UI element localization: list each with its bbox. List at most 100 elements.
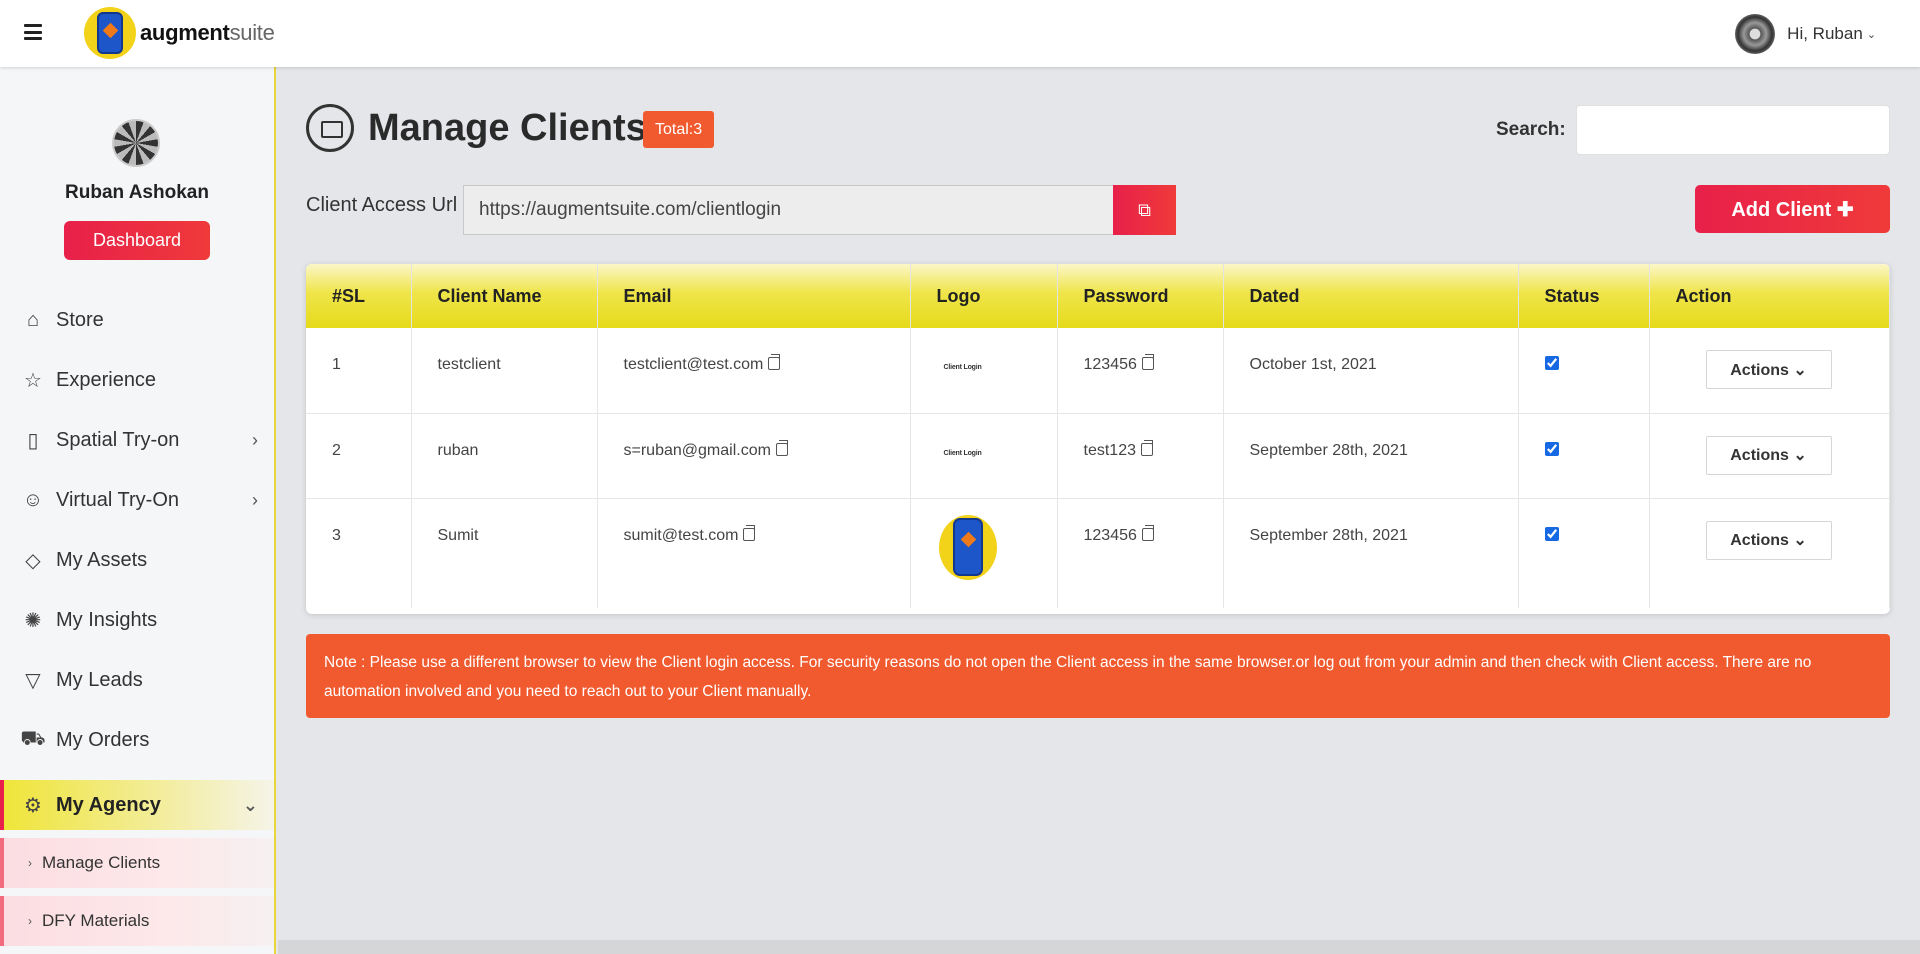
hamburger-menu-icon[interactable] (24, 24, 42, 40)
cell-client-name: Sumit (411, 498, 598, 608)
copy-icon: ⧉ (1138, 199, 1151, 220)
cell-email: s=ruban@gmail.com (597, 413, 911, 499)
cell-password: 123456 (1057, 328, 1224, 414)
profile-avatar[interactable] (112, 119, 160, 167)
sidebar-item-experience[interactable]: ☆ Experience (0, 350, 274, 410)
user-menu[interactable]: Hi, Ruban ⌄ (1735, 14, 1876, 54)
column-header-dated: Dated (1223, 264, 1519, 328)
cell-sl: 1 (306, 328, 412, 414)
column-header-sl: #SL (306, 264, 412, 328)
copy-icon[interactable] (1141, 524, 1154, 541)
cell-action: Actions ⌄ (1649, 498, 1890, 608)
cell-dated: September 28th, 2021 (1223, 413, 1519, 499)
chevron-down-icon: ⌄ (1793, 447, 1807, 464)
copy-icon[interactable] (1140, 439, 1153, 456)
status-checkbox[interactable] (1544, 526, 1559, 541)
copy-icon[interactable] (775, 439, 788, 456)
actions-dropdown-button[interactable]: Actions ⌄ (1705, 520, 1832, 560)
clients-table-card: #SL Client Name Email Logo Password Date… (306, 264, 1890, 614)
sidebar-item-spatial-try-on[interactable]: ▯ Spatial Try-on › (0, 410, 274, 470)
client-logo: Client Login (943, 364, 982, 371)
email-text: sumit@test.com (623, 526, 739, 544)
password-text: 123456 (1083, 526, 1137, 544)
user-greeting: Hi, Ruban (1787, 24, 1863, 43)
sidebar-item-store[interactable]: ⌂ Store (0, 290, 274, 350)
sidebar-item-my-agency[interactable]: ⚙ My Agency ⌄ (0, 780, 274, 830)
cell-email: testclient@test.com (597, 328, 911, 414)
sidebar-item-label: Spatial Try-on (56, 428, 180, 451)
total-badge: Total:3 (643, 111, 715, 148)
chevron-right-icon: › (28, 856, 32, 870)
face-scan-icon: ☺ (22, 488, 44, 511)
sidebar-subitem-label: DFY Materials (42, 911, 150, 930)
cell-sl: 2 (306, 413, 412, 499)
actions-dropdown-button[interactable]: Actions ⌄ (1705, 350, 1832, 389)
password-text: 123456 (1083, 356, 1137, 373)
copy-icon[interactable] (1141, 354, 1154, 370)
column-header-status: Status (1518, 264, 1650, 328)
sidebar-item-my-insights[interactable]: ✺ My Insights (0, 590, 274, 650)
column-header-logo: Logo (910, 264, 1058, 328)
sidebar-subitem-dfy-materials[interactable]: › DFY Materials (0, 896, 274, 946)
chevron-right-icon: › (252, 429, 258, 450)
funnel-icon: ▽ (25, 669, 41, 692)
cell-logo: Client Login (910, 413, 1058, 499)
table-header-row: #SL Client Name Email Logo Password Date… (306, 264, 1890, 328)
sidebar-item-my-assets[interactable]: ◇ My Assets (0, 530, 274, 590)
sidebar-item-my-orders[interactable]: ⛟ My Orders (0, 710, 274, 770)
sidebar-subitem-manage-clients[interactable]: › Manage Clients (0, 838, 274, 888)
avatar (1735, 14, 1776, 54)
search-label: Search: (1496, 119, 1566, 140)
agency-icon: ⚙ (24, 794, 42, 817)
copy-icon[interactable] (768, 354, 781, 370)
add-client-button[interactable]: Add Client ✚ (1695, 185, 1890, 233)
chevron-right-icon: › (252, 489, 258, 510)
actions-dropdown-button[interactable]: Actions ⌄ (1705, 435, 1832, 475)
sidebar-item-virtual-try-on[interactable]: ☺ Virtual Try-On › (0, 470, 274, 530)
brand-name: augmentsuite (140, 20, 275, 45)
cell-logo: Client Login (910, 328, 1058, 414)
cell-password: 123456 (1057, 498, 1224, 608)
copy-icon[interactable] (743, 524, 756, 541)
sidebar-nav: ⌂ Store ☆ Experience ▯ Spatial Try-on › … (0, 290, 274, 946)
cell-client-name: testclient (411, 328, 598, 414)
copy-url-button[interactable]: ⧉ (1113, 185, 1176, 235)
footer-divider (278, 940, 1920, 954)
cell-action: Actions ⌄ (1649, 413, 1890, 499)
client-access-url-input[interactable] (463, 185, 1113, 235)
column-header-client-name: Client Name (411, 264, 598, 328)
client-logo-image (938, 514, 997, 580)
sidebar-subitem-label: Manage Clients (42, 853, 161, 872)
search-input[interactable] (1576, 105, 1890, 155)
sidebar-item-label: Virtual Try-On (56, 488, 179, 511)
star-icon: ☆ (24, 369, 42, 392)
top-bar: augmentsuite Hi, Ruban ⌄ (0, 0, 1920, 67)
clients-icon (306, 104, 354, 152)
status-checkbox[interactable] (1544, 441, 1559, 456)
phone-ar-icon: ▯ (27, 429, 39, 452)
sidebar-item-label: Store (56, 308, 104, 331)
cell-client-name: ruban (411, 413, 598, 499)
status-checkbox[interactable] (1544, 356, 1559, 370)
sidebar-item-label: My Assets (56, 548, 148, 571)
client-access-url-label: Client Access Url (306, 194, 458, 216)
cell-logo (910, 498, 1058, 608)
lightbulb-icon: ✺ (24, 609, 42, 632)
dashboard-button[interactable]: Dashboard (64, 221, 210, 260)
brand-logo[interactable]: augmentsuite (84, 7, 275, 59)
diamond-icon: ◇ (25, 549, 41, 572)
column-header-action: Action (1649, 264, 1890, 328)
sidebar-item-label: My Leads (56, 668, 143, 691)
cell-status (1518, 328, 1650, 414)
clients-table: #SL Client Name Email Logo Password Date… (306, 264, 1890, 608)
chevron-right-icon: › (28, 914, 32, 928)
sidebar-item-label: Experience (56, 368, 157, 391)
cell-email: sumit@test.com (597, 498, 911, 608)
cell-action: Actions ⌄ (1649, 328, 1890, 414)
sidebar-item-my-leads[interactable]: ▽ My Leads (0, 650, 274, 710)
brand-logo-mark (84, 7, 136, 59)
table-row: 1 testclient testclient@test.com Client … (306, 328, 1890, 414)
table-row: 3 Sumit sumit@test.com 123456 September … (306, 498, 1890, 608)
cell-dated: October 1st, 2021 (1223, 328, 1519, 414)
table-row: 2 ruban s=ruban@gmail.com Client Login t… (306, 413, 1890, 499)
